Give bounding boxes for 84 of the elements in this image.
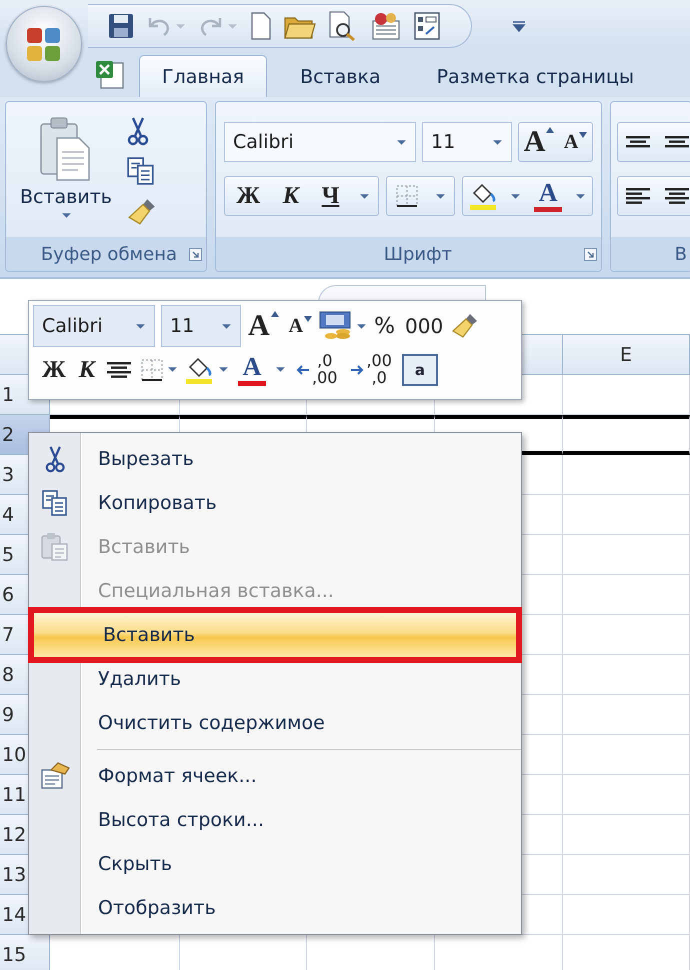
borders-icon (395, 184, 420, 208)
paste-button[interactable]: Вставить (6, 114, 126, 231)
save-button[interactable] (108, 13, 134, 39)
italic-button[interactable]: К (76, 358, 98, 382)
caret-icon (135, 322, 146, 330)
up-triangle-icon (546, 127, 554, 133)
format-cells-icon (39, 761, 71, 791)
caret-icon (358, 192, 370, 200)
align-middle-button[interactable] (662, 134, 690, 150)
form-button[interactable] (414, 12, 440, 40)
dialog-launcher-icon[interactable] (584, 248, 597, 260)
group-title: Шрифт (384, 244, 452, 264)
align-center-button[interactable] (662, 186, 690, 206)
font-name-dropdown[interactable]: Calibri (224, 122, 416, 162)
bold-button[interactable]: Ж (233, 184, 264, 208)
align-center-icon (105, 360, 134, 380)
caret-icon (510, 192, 521, 200)
align-middle-icon (662, 134, 690, 150)
caret-icon (396, 138, 407, 146)
money-coins-icon (319, 310, 354, 342)
row-header[interactable]: 15 (0, 935, 50, 970)
caret-icon (512, 20, 526, 32)
copy-icon (41, 489, 69, 517)
form-icon (414, 12, 440, 40)
caret-icon (356, 322, 368, 330)
align-top-button[interactable] (624, 134, 652, 150)
group-title: В (674, 244, 687, 264)
spreadsheet-icon (95, 60, 125, 90)
align-left-button[interactable] (624, 186, 652, 206)
up-triangle-icon (270, 311, 279, 317)
down-triangle-icon (304, 316, 312, 322)
font-size-dropdown[interactable]: 11 (422, 122, 512, 162)
left-arrow-icon (296, 364, 310, 376)
ribbon-tab[interactable]: Главная (139, 55, 268, 97)
caret-icon (227, 22, 238, 30)
center-align-button[interactable] (105, 360, 134, 380)
caret-icon (60, 212, 72, 219)
grow-font-button[interactable]: A (245, 311, 282, 341)
ribbon-tab[interactable]: Вставка (277, 55, 404, 97)
align-center-icon (662, 186, 690, 206)
caret-icon (175, 22, 186, 30)
column-header[interactable]: E (563, 335, 690, 375)
percent-button[interactable]: % (371, 314, 398, 338)
caret-icon (435, 192, 446, 200)
scissors-icon (44, 445, 66, 473)
right-arrow-icon (350, 364, 364, 376)
grow-font-button[interactable]: A (520, 127, 558, 157)
thousands-button[interactable]: 000 (402, 314, 446, 338)
italic-button[interactable]: К (280, 184, 302, 208)
group-title: Буфер обмена (40, 244, 177, 264)
align-left-icon (624, 186, 652, 206)
font-color-button[interactable]: A (532, 180, 564, 212)
scissors-icon (126, 116, 150, 146)
caret-icon (492, 138, 503, 146)
shrink-font-button[interactable]: A (560, 132, 590, 152)
menu-item[interactable]: Вставить (28, 607, 522, 663)
decrease-decimal-button[interactable]: ,00 ,0 (347, 353, 395, 387)
dialog-launcher-icon[interactable] (189, 248, 202, 260)
shrink-font-button[interactable]: A (286, 316, 316, 336)
down-triangle-icon (579, 132, 588, 138)
caret-icon (575, 192, 586, 200)
print-preview-button[interactable] (328, 11, 358, 41)
underline-button[interactable]: Ч (318, 184, 342, 208)
increase-decimal-button[interactable]: ,0 ,00 (293, 353, 340, 387)
align-top-icon (624, 134, 652, 150)
ribbon-tab[interactable]: Разметка страницы (414, 55, 657, 97)
magnifier-page-icon (328, 11, 358, 41)
merge-center-button[interactable]: a (402, 354, 438, 386)
chart-button[interactable] (370, 11, 402, 41)
copy-icon (126, 156, 156, 186)
new-button[interactable] (250, 12, 272, 40)
borders-icon (140, 358, 164, 382)
font-name-dropdown[interactable]: Calibri (33, 305, 155, 347)
borders-button[interactable] (140, 358, 178, 382)
accounting-format-button[interactable] (319, 310, 368, 342)
clipboard-icon (40, 532, 70, 562)
fill-color-button[interactable] (468, 181, 499, 211)
paint-bucket-icon (468, 181, 499, 211)
chart-page-icon (370, 11, 402, 41)
caret-icon (221, 322, 232, 330)
font-size-dropdown[interactable]: 11 (161, 305, 241, 347)
blank-page-icon (250, 12, 272, 40)
font-color-button[interactable]: A (236, 354, 268, 386)
customize-button[interactable] (512, 20, 526, 32)
